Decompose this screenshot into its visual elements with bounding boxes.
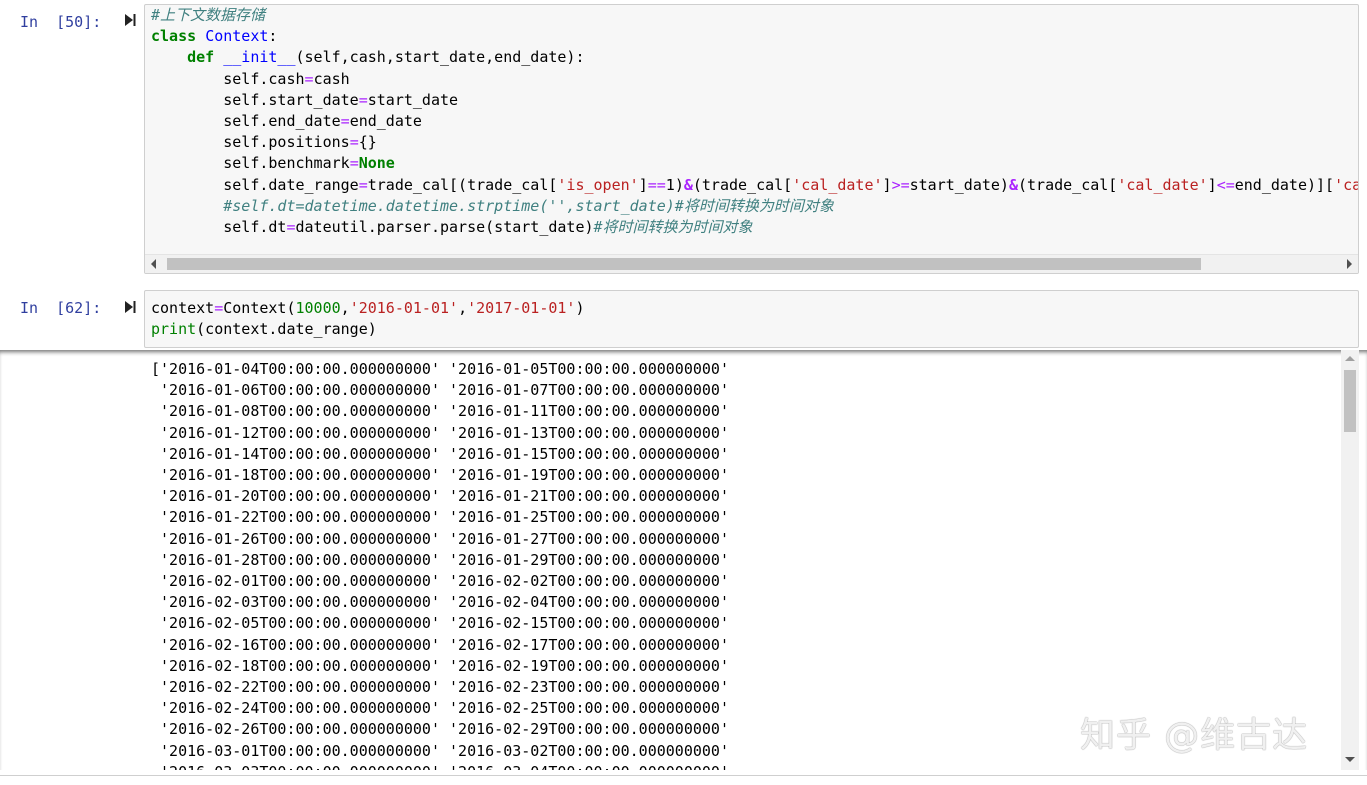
horizontal-scrollbar[interactable] [145,254,1358,273]
output-line: '2016-01-08T00:00:00.000000000' '2016-01… [151,402,729,421]
output-line: '2016-03-01T00:00:00.000000000' '2016-03… [151,741,729,760]
code-line: def __init__(self,cash,start_date,end_da… [187,48,585,67]
code-line: self.positions={} [151,133,377,152]
output-line: ['2016-01-04T00:00:00.000000000' '2016-0… [151,360,729,378]
code-line: self.date_range=trade_cal[(trade_cal['is… [151,175,1359,194]
output-line: '2016-02-05T00:00:00.000000000' '2016-02… [151,614,729,633]
arrow-right-icon[interactable] [1347,259,1352,269]
output-line: '2016-02-26T00:00:00.000000000' '2016-02… [151,720,729,739]
output-text: ['2016-01-04T00:00:00.000000000' '2016-0… [151,359,729,770]
output-line: '2016-01-06T00:00:00.000000000' '2016-01… [151,381,729,400]
output-line: '2016-01-26T00:00:00.000000000' '2016-01… [151,529,729,548]
code-line: #上下文数据存储 [151,6,266,24]
output-line: '2016-01-28T00:00:00.000000000' '2016-01… [151,550,729,569]
output-line: '2016-01-14T00:00:00.000000000' '2016-01… [151,444,729,463]
code-editor[interactable]: #上下文数据存储 class Context: def __init__(self… [151,5,1359,238]
output-line: '2016-01-20T00:00:00.000000000' '2016-01… [151,487,729,506]
output-line: '2016-03-03T00:00:00.000000000' '2016-03… [151,762,729,770]
output-line: '2016-02-24T00:00:00.000000000' '2016-02… [151,699,729,718]
code-input-area[interactable]: context=Context(10000,'2016-01-01','2017… [144,290,1359,348]
output-line: '2016-02-16T00:00:00.000000000' '2016-02… [151,635,729,654]
output-line: '2016-01-22T00:00:00.000000000' '2016-01… [151,508,729,527]
arrow-up-icon[interactable] [1345,356,1355,361]
code-line: print(context.date_range) [151,320,377,339]
output-line: '2016-01-18T00:00:00.000000000' '2016-01… [151,466,729,485]
input-prompt: In [62]: [20,299,102,317]
scrollbar-thumb[interactable] [167,258,1201,270]
code-editor[interactable]: context=Context(10000,'2016-01-01','2017… [151,298,1338,340]
output-line: '2016-01-12T00:00:00.000000000' '2016-01… [151,423,729,442]
arrow-down-icon[interactable] [1345,757,1355,762]
code-line: self.end_date=end_date [151,112,422,131]
output-line: '2016-02-18T00:00:00.000000000' '2016-02… [151,656,729,675]
arrow-left-icon[interactable] [151,259,156,269]
divider [0,775,1367,776]
scrollbar-thumb[interactable] [1344,370,1356,432]
code-input-area[interactable]: #上下文数据存储 class Context: def __init__(self… [144,4,1359,274]
vertical-scrollbar[interactable] [1341,350,1359,770]
code-line: #self.dt=datetime.datetime.strptime('',s… [223,196,834,215]
run-cell-icon[interactable] [124,300,136,314]
input-prompt: In [50]: [20,13,102,31]
run-cell-icon[interactable] [124,13,136,27]
code-line: self.dt=dateutil.parser.parse(start_date… [151,218,753,237]
output-line: '2016-02-03T00:00:00.000000000' '2016-02… [151,593,729,612]
code-line: self.cash=cash [151,69,350,88]
output-line: '2016-02-22T00:00:00.000000000' '2016-02… [151,678,729,697]
output-line: '2016-02-01T00:00:00.000000000' '2016-02… [151,572,729,591]
code-line: self.start_date=start_date [151,90,459,109]
code-line: context=Context(10000,'2016-01-01','2017… [151,299,585,317]
code-line: class Context: [151,27,278,46]
code-line: self.benchmark=None [151,154,395,173]
watermark: 知乎 @维古达 [1080,716,1309,756]
